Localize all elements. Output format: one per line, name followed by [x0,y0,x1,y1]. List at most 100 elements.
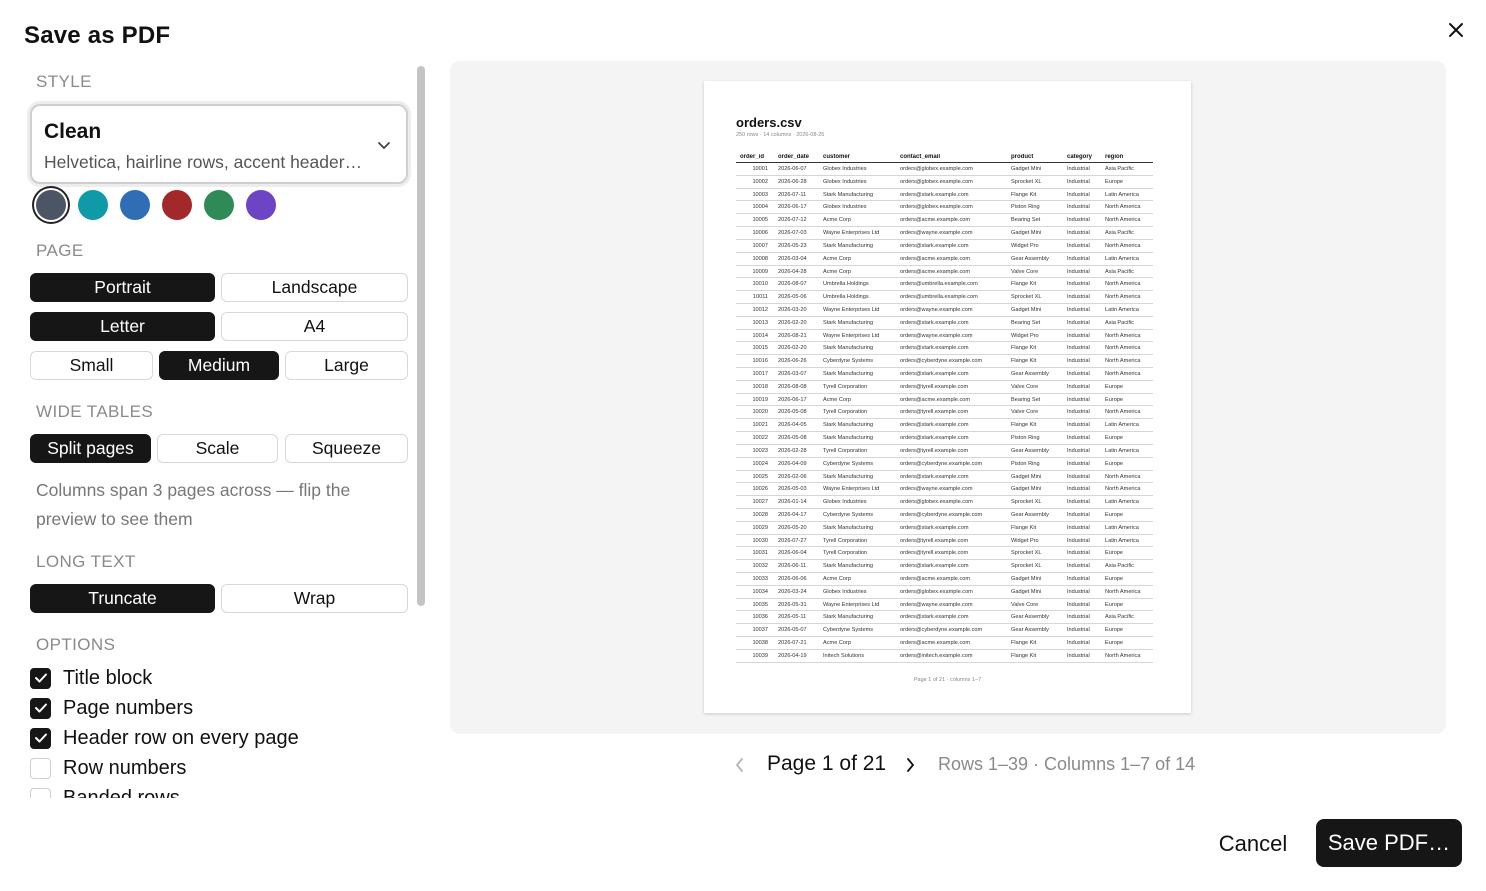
table-cell: 2026-07-11 [778,191,807,198]
size-small-button[interactable]: Small [30,351,153,380]
table-cell: orders@cyberdyne.example.com [900,627,983,634]
header-cell: product [1011,154,1034,160]
a4-button[interactable]: A4 [221,312,408,341]
table-cell: 10016 [752,358,768,365]
preview-table: order_id order_date customer contact_email p… [736,153,1153,663]
portrait-button[interactable]: Portrait [30,273,215,302]
table-row: 10011 2026-05-06 Umbrella Holdings orders@u… [736,291,1153,304]
table-cell: 2026-05-11 [778,614,807,621]
table-cell: Gadget Mini [1011,473,1042,480]
swatch-teal[interactable] [78,190,108,220]
table-cell: North America [1105,588,1141,595]
style-picker[interactable]: Clean Helvetica, hairline rows, accent h… [30,104,408,184]
squeeze-button[interactable]: Squeeze [285,434,408,463]
chevron-left-icon[interactable] [733,756,747,779]
table-cell: Industrial [1067,204,1090,211]
table-cell: Cyberdyne Systems [823,460,874,467]
wide-tables-hint: Columns span 3 pages across — flip the p… [36,480,351,529]
table-cell: 2026-05-03 [778,486,807,493]
chevron-right-icon[interactable] [903,756,917,779]
option-4[interactable]: Banded rows [30,786,180,798]
doc-meta: 250 rows · 14 columns · 2026-08-25 [736,132,825,138]
table-cell: Industrial [1067,447,1090,454]
table-cell: Industrial [1067,588,1090,595]
table-row: 10028 2026-04-17 Cyberdyne Systems orders@c… [736,509,1153,522]
table-cell: 10019 [752,396,768,403]
table-header: order_id order_date customer contact_email p… [736,153,1153,163]
table-cell: Widget Pro [1011,537,1039,544]
checkbox[interactable] [30,697,51,719]
table-row: 10016 2026-06-26 Cyberdyne Systems orders@c… [736,355,1153,368]
swatch-green[interactable] [204,190,234,220]
option-2[interactable]: Header row on every page [30,726,299,750]
swatch-blue[interactable] [120,190,150,220]
truncate-button[interactable]: Truncate [30,584,215,613]
settings-panel[interactable]: STYLE Clean Helvetica, hairline rows, ac… [24,62,420,798]
table-cell: Umbrella Holdings [823,294,869,301]
checkbox[interactable] [30,757,51,779]
table-cell: Globex Industries [823,499,867,506]
table-cell: Stark Manufacturing [823,524,874,531]
table-row: 10029 2026-05-20 Stark Manufacturing orders… [736,522,1153,535]
table-cell: Latin America [1105,422,1139,429]
split-pages-button[interactable]: Split pages [30,434,151,463]
size-large-button[interactable]: Large [285,351,408,380]
table-cell: 2026-07-03 [778,230,807,237]
letter-button[interactable]: Letter [30,312,215,341]
table-cell: Industrial [1067,499,1090,506]
table-cell: 2026-05-20 [778,524,807,531]
table-cell: Industrial [1067,550,1090,557]
wrap-button[interactable]: Wrap [221,584,408,613]
swatch-purple[interactable] [246,190,276,220]
swatch-slate[interactable] [36,190,66,220]
table-cell: Gear Assembly [1011,447,1049,454]
table-cell: Industrial [1067,166,1090,172]
table-cell: North America [1105,294,1141,301]
option-1[interactable]: Page numbers [30,696,193,720]
option-label: Banded rows [63,786,180,799]
table-row: 10017 2026-03-07 Stark Manufacturing orders… [736,368,1153,381]
option-0[interactable]: Title block [30,666,152,690]
table-cell: North America [1105,281,1141,288]
checkbox[interactable] [30,787,51,798]
table-cell: North America [1105,473,1141,480]
table-row: 10010 2026-08-07 Umbrella Holdings orders@u… [736,278,1153,292]
table-cell: 2026-06-11 [778,563,807,570]
cancel-button[interactable]: Cancel [1203,820,1303,868]
table-cell: orders@initech.example.com [900,652,973,659]
header-cell: region [1105,154,1124,160]
table-row: 10022 2026-05-08 Stark Manufacturing orders… [736,432,1153,445]
table-cell: 2026-02-20 [778,319,807,326]
scale-button[interactable]: Scale [157,434,278,463]
checkbox[interactable] [30,667,51,689]
close-icon[interactable] [1444,18,1468,42]
landscape-button[interactable]: Landscape [221,273,408,302]
option-3[interactable]: Row numbers [30,756,186,780]
save-pdf-button[interactable]: Save PDF… [1316,819,1462,867]
table-cell: Europe [1105,435,1124,442]
swatch-red[interactable] [162,190,192,220]
table-cell: Industrial [1067,409,1090,416]
checkbox[interactable] [30,727,51,749]
table-row: 10026 2026-05-03 Wayne Enterprises Ltd orde… [736,483,1153,497]
table-cell: 10023 [752,447,768,454]
table-cell: Latin America [1105,255,1139,262]
header-cell: order_id [740,154,765,160]
section-long-text: LONG TEXT [36,552,136,571]
table-cell: 10032 [752,563,768,570]
table-cell: orders@stark.example.com [900,435,969,442]
table-cell: 2026-04-05 [778,422,807,429]
size-medium-button[interactable]: Medium [159,351,279,380]
table-cell: 10022 [752,435,768,442]
table-cell: orders@tyrell.example.com [900,409,969,416]
table-cell: 10024 [752,460,768,467]
settings-scrollbar[interactable] [417,66,425,606]
table-cell: Asia Pacific [1105,268,1134,275]
table-cell: Industrial [1067,396,1090,403]
table-cell: 2026-06-26 [778,358,807,365]
table-cell: 2026-04-28 [778,268,807,275]
table-cell: Industrial [1067,230,1090,237]
table-cell: North America [1105,486,1141,493]
table-cell: Latin America [1105,537,1139,544]
table-cell: Industrial [1067,422,1090,429]
